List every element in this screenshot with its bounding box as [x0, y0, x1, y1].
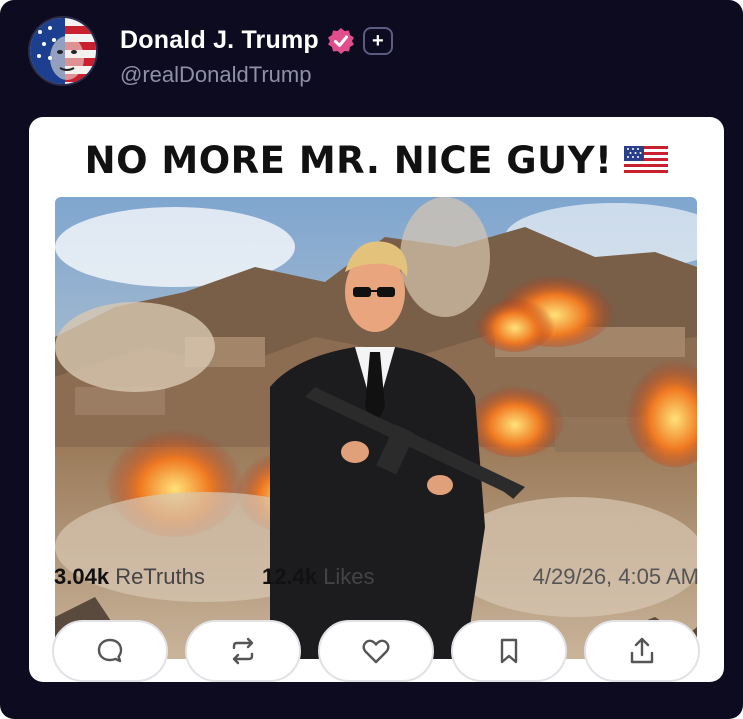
- avatar-image: [30, 18, 96, 84]
- post-stats: 3.04k ReTruths 12.4k Likes 4/29/26, 4:05…: [54, 564, 699, 594]
- likes-stat[interactable]: 12.4k Likes: [262, 564, 375, 590]
- us-flag-icon: [624, 145, 669, 176]
- plus-badge: +: [362, 26, 393, 55]
- share-icon: [630, 637, 654, 664]
- headline-row: NO MORE MR. NICE GUY!: [29, 139, 724, 182]
- like-button[interactable]: [318, 620, 434, 682]
- avatar[interactable]: [28, 16, 98, 86]
- comment-icon: [97, 638, 123, 663]
- verified-badge-icon: [327, 27, 354, 54]
- reply-button[interactable]: [52, 620, 168, 682]
- app-frame: Donald J. Trump + @realDonaldTrump NO MO…: [0, 0, 743, 719]
- heart-icon: [362, 639, 390, 664]
- display-name[interactable]: Donald J. Trump: [120, 26, 319, 55]
- post-header: Donald J. Trump + @realDonaldTrump: [28, 16, 728, 92]
- post-card: NO MORE MR. NICE GUY!: [29, 117, 724, 682]
- likes-label: Likes: [323, 564, 375, 589]
- share-button[interactable]: [584, 620, 700, 682]
- bookmark-icon: [500, 638, 518, 664]
- post-actions: [52, 620, 702, 682]
- repost-icon: [232, 637, 254, 665]
- retruths-count: 3.04k: [54, 564, 110, 589]
- post-timestamp: 4/29/26, 4:05 AM: [532, 564, 699, 589]
- name-row: Donald J. Trump +: [120, 26, 393, 55]
- retruth-button[interactable]: [185, 620, 301, 682]
- likes-count: 12.4k: [262, 564, 318, 589]
- retruths-stat[interactable]: 3.04k ReTruths: [54, 564, 205, 590]
- account-handle[interactable]: @realDonaldTrump: [120, 62, 311, 88]
- bookmark-button[interactable]: [451, 620, 567, 682]
- retruths-label: ReTruths: [115, 564, 205, 589]
- post-headline: NO MORE MR. NICE GUY!: [84, 139, 613, 182]
